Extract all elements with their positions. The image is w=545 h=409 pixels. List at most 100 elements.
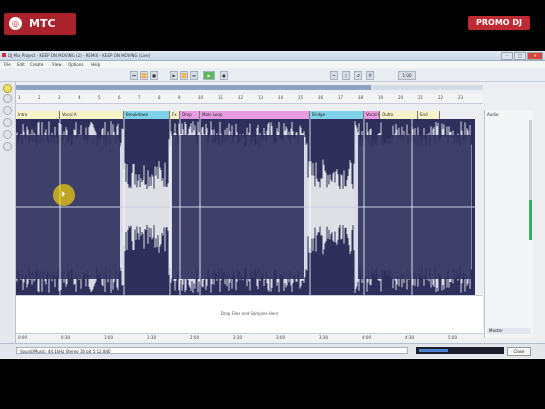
select-tool-icon[interactable] bbox=[3, 84, 12, 93]
ruler-mark: 22 bbox=[438, 95, 444, 100]
scroll-thumb[interactable] bbox=[529, 200, 532, 240]
ruler-mark: 2 bbox=[38, 95, 41, 100]
status-text: Sound/Music: 44.1kHz Stereo 16 bit 5:12.… bbox=[16, 347, 408, 354]
window-title: DJ Mix Project - KEEP ON MOVING (2) - RE… bbox=[8, 53, 151, 58]
panel-scrollbar[interactable] bbox=[529, 120, 532, 240]
time-tick: 3:30 bbox=[319, 335, 328, 340]
toolbar: ⏮ ⏪ ■ ▶ ⏩ ⏭ ▶ ● ✂ | ↺ # 1:00 bbox=[0, 69, 545, 82]
menu-help[interactable]: Help bbox=[91, 62, 100, 67]
ruler-mark: 3 bbox=[58, 95, 61, 100]
skip-start-button[interactable]: ⏮ bbox=[130, 71, 138, 80]
ruler-mark: 5 bbox=[98, 95, 101, 100]
fade-tool-icon[interactable] bbox=[3, 142, 12, 151]
clip-label[interactable]: Drop bbox=[180, 111, 200, 119]
ruler-mark: 15 bbox=[298, 95, 304, 100]
clip-label[interactable]: Outro bbox=[380, 111, 418, 119]
time-tick: 5:00 bbox=[448, 335, 457, 340]
menu-options[interactable]: Options bbox=[68, 62, 83, 67]
close-button[interactable]: Close bbox=[507, 347, 531, 356]
ruler-mark: 16 bbox=[318, 95, 324, 100]
play-button[interactable]: ▶ bbox=[203, 71, 215, 80]
clip-label[interactable]: Bridge bbox=[310, 111, 364, 119]
time-tick: 4:30 bbox=[405, 335, 414, 340]
time-tick: 0:00 bbox=[18, 335, 27, 340]
ruler-mark: 18 bbox=[358, 95, 364, 100]
logo-text: MTC bbox=[29, 17, 56, 30]
menu-bar: File Edit Create View Options Help bbox=[0, 61, 545, 68]
ruler-mark: 17 bbox=[338, 95, 344, 100]
ruler-mark: 1 bbox=[18, 95, 21, 100]
ruler-mark: 20 bbox=[398, 95, 404, 100]
skip-end-button[interactable]: ⏭ bbox=[190, 71, 198, 80]
logo-mark-icon: ◎ bbox=[9, 17, 22, 30]
ruler-mark: 23 bbox=[458, 95, 464, 100]
ruler-mark: 4 bbox=[78, 95, 81, 100]
ruler-mark: 10 bbox=[198, 95, 204, 100]
clip-label[interactable]: Intro bbox=[16, 111, 60, 119]
mtc-logo: ◎ MTC bbox=[4, 13, 76, 35]
ruler-mark: 6 bbox=[118, 95, 121, 100]
left-tool-strip bbox=[0, 82, 16, 352]
waveform-track[interactable] bbox=[16, 119, 475, 295]
pencil-tool-icon[interactable] bbox=[3, 94, 12, 103]
panel-header: Audio bbox=[487, 112, 499, 117]
eraser-tool-icon[interactable] bbox=[3, 106, 12, 115]
drop-zone[interactable]: Drop Files and Samples Here bbox=[16, 295, 483, 333]
time-tick: 4:00 bbox=[362, 335, 371, 340]
ruler-mark: 8 bbox=[158, 95, 161, 100]
stop-button[interactable]: ■ bbox=[150, 71, 158, 80]
progress-fill bbox=[16, 85, 371, 90]
ruler-mark: 21 bbox=[418, 95, 424, 100]
time-tick: 3:00 bbox=[276, 335, 285, 340]
master-selector[interactable]: Master bbox=[487, 328, 531, 334]
window-controls: – □ ✕ bbox=[501, 52, 543, 60]
drop-zone-text: Drop Files and Samples Here bbox=[220, 311, 279, 316]
loop-button[interactable]: ↺ bbox=[354, 71, 362, 80]
ruler-mark: 13 bbox=[258, 95, 264, 100]
time-tick: 1:30 bbox=[147, 335, 156, 340]
close-window-button[interactable]: ✕ bbox=[527, 52, 543, 60]
maximize-button[interactable]: □ bbox=[514, 52, 526, 60]
mouse-cursor-highlight bbox=[53, 184, 75, 206]
status-bar: Sound/Music: 44.1kHz Stereo 16 bit 5:12.… bbox=[0, 343, 545, 358]
play-control-button[interactable]: ▶ bbox=[170, 71, 178, 80]
cut-tool-button[interactable]: ✂ bbox=[330, 71, 338, 80]
clip-label[interactable]: End bbox=[418, 111, 440, 119]
ruler-mark: 11 bbox=[218, 95, 224, 100]
time-tick: 1:00 bbox=[104, 335, 113, 340]
clip-label[interactable]: Main Loop bbox=[200, 111, 310, 119]
minimize-button[interactable]: – bbox=[501, 52, 513, 60]
split-tool-button[interactable]: | bbox=[342, 71, 350, 80]
time-ruler[interactable]: 0:00 0:30 1:00 1:30 2:00 2:30 3:00 3:30 4:00 4:30… bbox=[16, 333, 483, 342]
menu-edit[interactable]: Edit bbox=[17, 62, 25, 67]
mute-tool-icon[interactable] bbox=[3, 130, 12, 139]
menu-create[interactable]: Create bbox=[30, 62, 43, 67]
cursor-arrow-icon bbox=[62, 191, 65, 197]
waveform-graphic bbox=[16, 119, 475, 295]
bar-ruler[interactable]: 1 2 3 4 5 6 7 8 9 10 11 12 13 14 15 16 17 18 19 20 21 22 23 bbox=[16, 94, 483, 104]
menu-file[interactable]: File bbox=[4, 62, 11, 67]
menu-view[interactable]: View bbox=[52, 62, 62, 67]
snap-button[interactable]: # bbox=[366, 71, 374, 80]
clip-label[interactable]: Breakdown bbox=[124, 111, 170, 119]
app-window: DJ Mix Project - KEEP ON MOVING (2) - RE… bbox=[0, 51, 545, 359]
time-tick: 0:30 bbox=[61, 335, 70, 340]
song-progress-bar[interactable] bbox=[16, 85, 483, 90]
ruler-mark: 9 bbox=[178, 95, 181, 100]
time-tick: 2:00 bbox=[190, 335, 199, 340]
clip-label[interactable]: Vocal A bbox=[60, 111, 124, 119]
ruler-mark: 7 bbox=[138, 95, 141, 100]
ruler-mark: 14 bbox=[278, 95, 284, 100]
right-panel: Audio Master bbox=[484, 110, 533, 338]
level-meter-fill bbox=[419, 349, 448, 352]
ruler-mark: 19 bbox=[378, 95, 384, 100]
zoom-tool-icon[interactable] bbox=[3, 118, 12, 127]
record-button[interactable]: ● bbox=[220, 71, 228, 80]
clip-label[interactable]: Fx bbox=[170, 111, 180, 119]
clip-label[interactable]: Vocal B bbox=[364, 111, 380, 119]
zoom-level[interactable]: 1:00 bbox=[398, 71, 416, 80]
level-meter bbox=[416, 347, 504, 354]
promo-watermark: PROMO DJ bbox=[468, 16, 530, 30]
fast-forward-button[interactable]: ⏩ bbox=[180, 71, 188, 80]
rewind-button[interactable]: ⏪ bbox=[140, 71, 148, 80]
